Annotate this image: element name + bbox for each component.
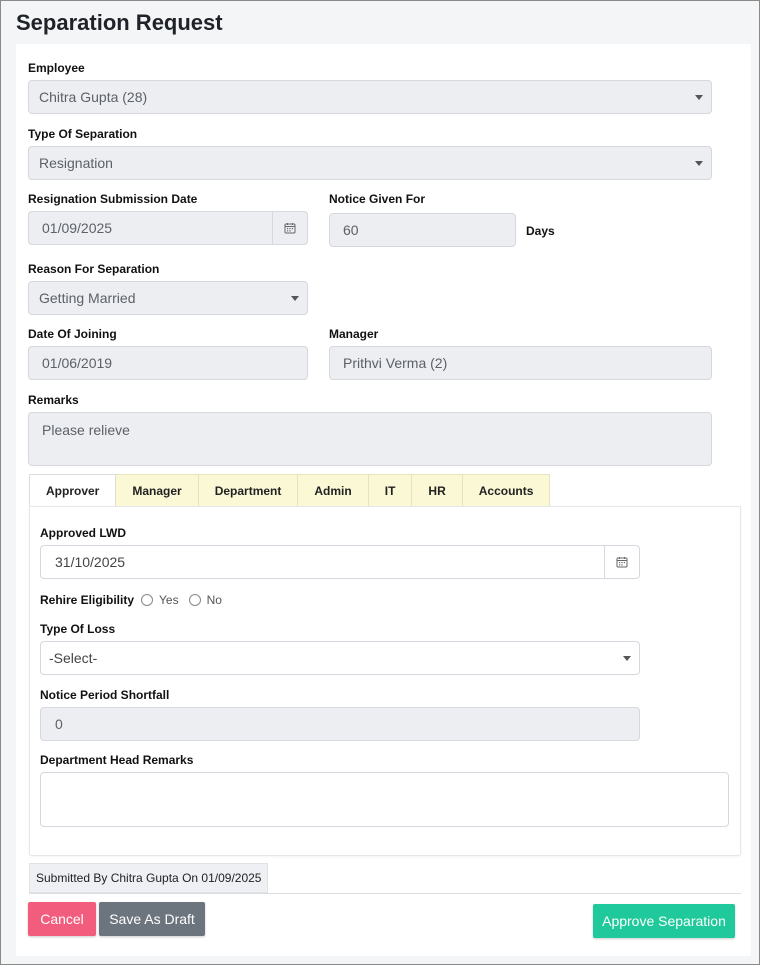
submission-date-value: 01/09/2025 [42,220,113,236]
rehire-row: Rehire Eligibility Yes No [40,593,228,607]
separation-type-label: Type Of Separation [28,127,138,141]
loss-type-select[interactable]: -Select- [40,641,640,675]
remarks-textarea[interactable]: Please relieve [28,412,712,466]
notice-value: 60 [343,222,359,238]
manager-input[interactable]: Prithvi Verma (2) [329,346,712,380]
joining-value: 01/06/2019 [42,355,113,371]
separation-type-select[interactable]: Resignation [28,146,712,180]
rehire-yes-radio[interactable] [141,594,154,606]
employee-value: Chitra Gupta (28) [39,89,148,105]
employee-label: Employee [28,61,85,75]
remarks-value: Please relieve [42,422,130,438]
employee-select[interactable]: Chitra Gupta (28) [28,80,712,114]
submitted-info: Submitted By Chitra Gupta On 01/09/2025 [29,863,269,893]
reason-value: Getting Married [39,290,136,306]
shortfall-label: Notice Period Shortfall [40,688,170,702]
lwd-input[interactable]: 31/10/2025 [40,545,640,579]
approve-separation-button[interactable]: Approve Separation [593,904,735,938]
calendar-icon [616,557,628,568]
dept-remarks-textarea[interactable] [40,772,729,827]
tab-hr[interactable]: HR [412,474,463,507]
rehire-yes-label: Yes [159,593,179,607]
chevron-down-icon [291,296,299,301]
notice-input[interactable]: 60 [329,213,516,247]
chevron-down-icon [695,95,703,100]
tab-admin[interactable]: Admin [298,474,369,507]
rehire-no-label: No [206,593,222,607]
remarks-label: Remarks [28,393,79,407]
lwd-value: 31/10/2025 [55,554,126,570]
tab-it[interactable]: IT [368,474,413,507]
reason-select[interactable]: Getting Married [28,281,308,315]
calendar-icon [284,223,296,234]
submission-date-input[interactable]: 01/09/2025 [28,211,308,245]
chevron-down-icon [623,656,631,661]
save-draft-button[interactable]: Save As Draft [99,902,205,936]
page-title: Separation Request [16,10,223,35]
loss-type-label: Type Of Loss [40,622,116,636]
tab-accounts[interactable]: Accounts [462,474,551,507]
joining-input[interactable]: 01/06/2019 [28,346,308,380]
manager-label: Manager [329,327,379,341]
notice-label: Notice Given For [329,192,426,206]
reason-label: Reason For Separation [28,262,160,276]
joining-label: Date Of Joining [28,327,117,341]
loss-type-value: -Select- [49,650,98,666]
footer-divider [29,893,741,894]
shortfall-value: 0 [55,716,63,732]
separation-type-value: Resignation [39,155,113,171]
cancel-button[interactable]: Cancel [28,902,96,936]
submission-date-label: Resignation Submission Date [28,192,198,206]
tab-approver[interactable]: Approver [29,474,117,507]
tab-manager[interactable]: Manager [116,474,199,507]
approval-tabs: Approver Manager Department Admin IT HR … [29,474,551,507]
calendar-button[interactable] [604,546,639,578]
notice-unit: Days [526,224,555,238]
tab-department[interactable]: Department [198,474,299,507]
calendar-button[interactable] [272,212,307,244]
rehire-no-radio[interactable] [188,594,201,606]
manager-value: Prithvi Verma (2) [343,355,448,371]
lwd-label: Approved LWD [40,526,126,540]
chevron-down-icon [695,161,703,166]
shortfall-input[interactable]: 0 [40,707,640,741]
rehire-label: Rehire Eligibility [40,593,135,607]
dept-remarks-label: Department Head Remarks [40,753,194,767]
